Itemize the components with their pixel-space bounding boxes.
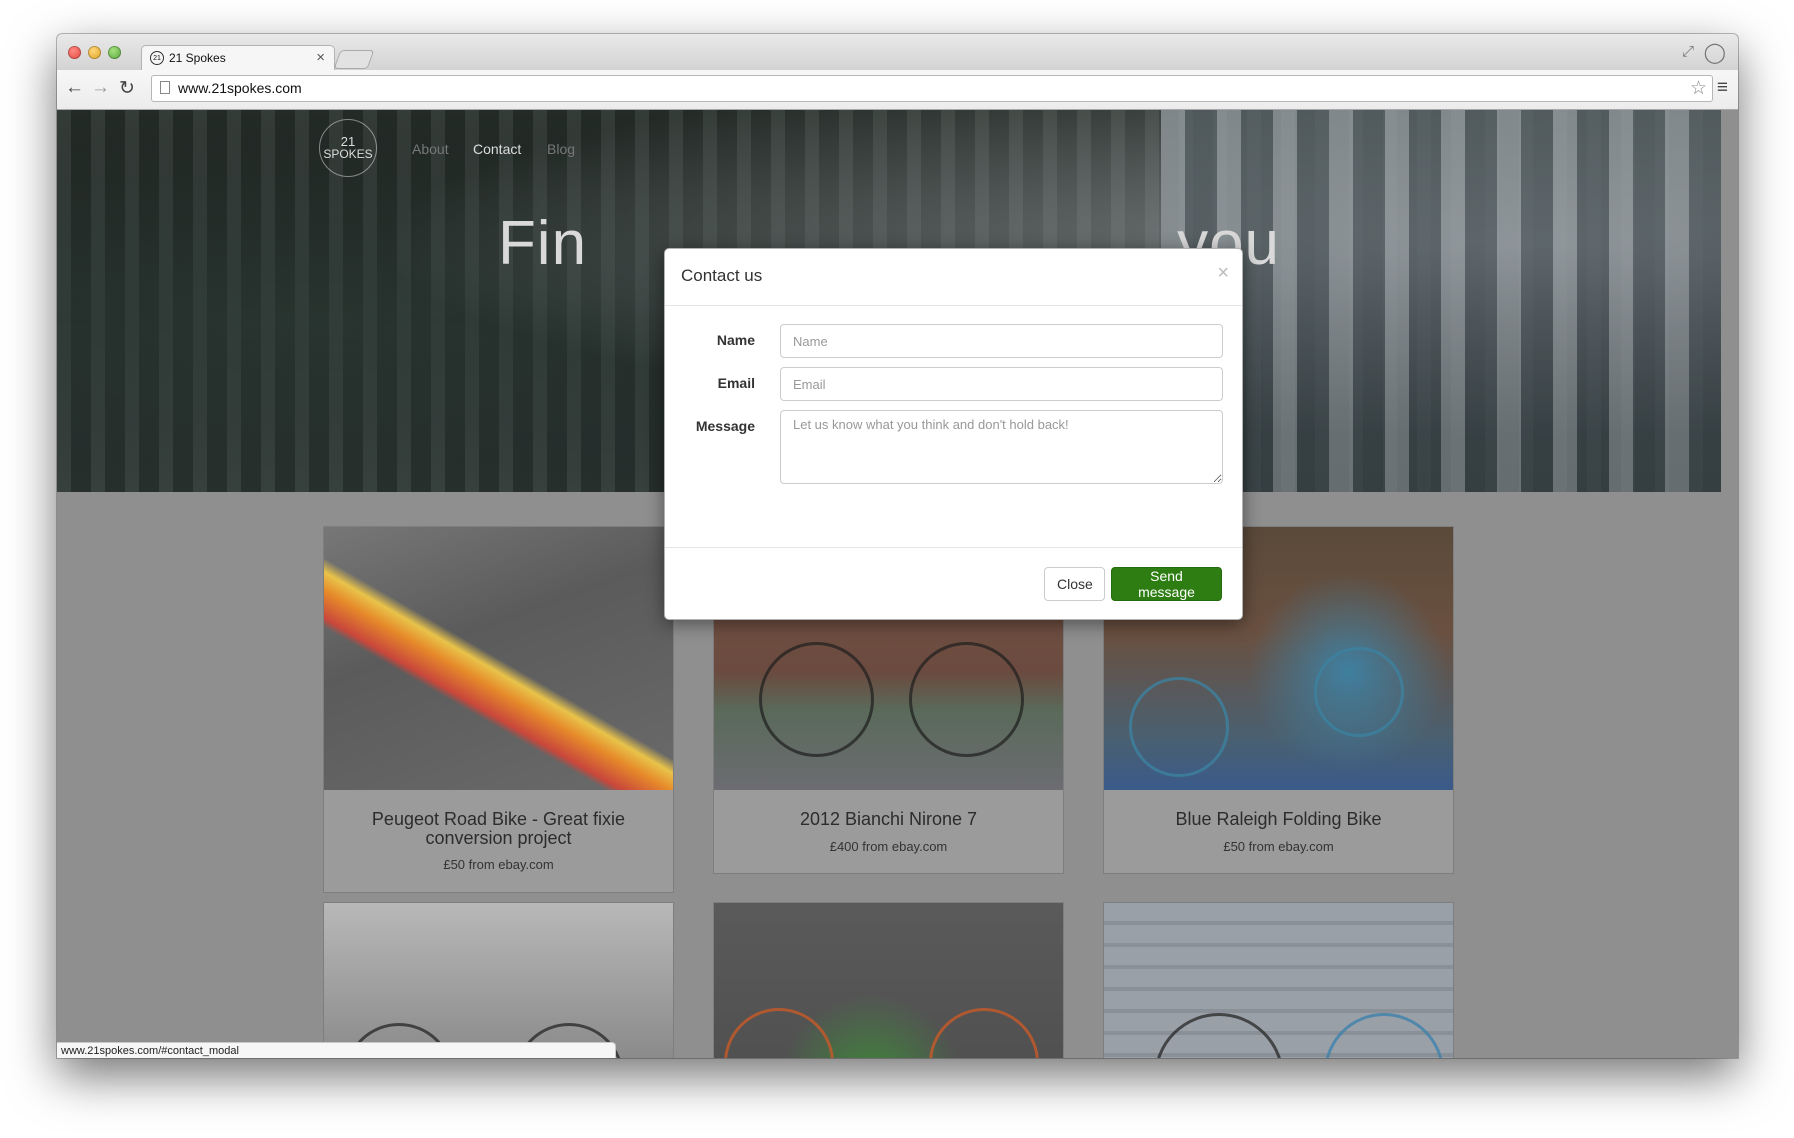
page-icon: [160, 81, 170, 94]
name-label: Name: [716, 332, 755, 348]
site-logo[interactable]: 21 SPOKES: [319, 119, 377, 177]
hero-background-image: [1161, 110, 1721, 492]
listing-price: £400 from ebay.com: [829, 839, 948, 854]
forward-icon[interactable]: →: [91, 77, 110, 99]
hamburger-menu-icon[interactable]: ≡: [1717, 77, 1728, 99]
listing-price: £50 from ebay.com: [443, 857, 554, 872]
star-icon[interactable]: ☆: [1690, 77, 1707, 100]
status-bar: www.21spokes.com/#contact_modal: [57, 1042, 616, 1058]
browser-tab[interactable]: 21 21 Spokes ×: [141, 45, 335, 71]
close-icon[interactable]: ×: [1217, 262, 1229, 285]
tab-strip: 21 21 Spokes × ⤢ ◯: [57, 34, 1738, 71]
window-minimize-button[interactable]: [88, 46, 101, 59]
name-field[interactable]: [780, 324, 1223, 358]
browser-toolbar: ← → ↻ www.21spokes.com ☆ ≡: [57, 70, 1738, 110]
listing-card[interactable]: [323, 902, 674, 1058]
contact-modal: Contact us × Name Email Message Close Se…: [664, 248, 1243, 620]
logo-text: SPOKES: [323, 147, 373, 161]
user-profile-icon[interactable]: ◯: [1704, 40, 1726, 65]
listing-image[interactable]: [324, 527, 673, 790]
email-field[interactable]: [780, 367, 1223, 401]
listing-card[interactable]: [713, 902, 1064, 1058]
nav-about[interactable]: About: [412, 141, 449, 157]
fullscreen-icon[interactable]: ⤢: [1682, 43, 1694, 60]
window-close-button[interactable]: [68, 46, 81, 59]
browser-window: 21 21 Spokes × ⤢ ◯ ← → ↻ www.21spokes.co…: [57, 34, 1738, 1058]
send-message-button[interactable]: Send message: [1111, 567, 1222, 601]
page-viewport: 21 SPOKES About Contact Blog Fin you Peug…: [57, 110, 1738, 1058]
reload-icon[interactable]: ↻: [119, 77, 135, 100]
address-bar[interactable]: www.21spokes.com ☆: [151, 75, 1713, 102]
tab-title: 21 Spokes: [169, 51, 226, 65]
listing-title[interactable]: Blue Raleigh Folding Bike: [1112, 810, 1445, 829]
close-button[interactable]: Close: [1044, 567, 1105, 601]
modal-title: Contact us: [681, 266, 763, 285]
listing-image[interactable]: [1104, 903, 1453, 1058]
url-text: www.21spokes.com: [178, 80, 302, 96]
listing-card[interactable]: Peugeot Road Bike - Great fixie conversi…: [323, 526, 674, 893]
message-field[interactable]: [780, 410, 1223, 484]
hero-heading-left: Fin: [497, 209, 588, 278]
nav-blog[interactable]: Blog: [547, 141, 575, 157]
tab-close-icon[interactable]: ×: [316, 49, 325, 66]
listing-title[interactable]: Peugeot Road Bike - Great fixie conversi…: [332, 810, 665, 848]
listing-price: £50 from ebay.com: [1223, 839, 1334, 854]
window-maximize-button[interactable]: [108, 46, 121, 59]
modal-header: Contact us ×: [665, 249, 1242, 306]
listing-image[interactable]: [714, 903, 1063, 1058]
email-label: Email: [717, 375, 755, 391]
listing-image[interactable]: [324, 903, 673, 1058]
new-tab-button[interactable]: [333, 50, 375, 69]
listing-title[interactable]: 2012 Bianchi Nirone 7: [722, 810, 1055, 829]
listing-card[interactable]: [1103, 902, 1454, 1058]
back-icon[interactable]: ←: [65, 77, 84, 99]
favicon-icon: 21: [150, 51, 164, 65]
nav-contact[interactable]: Contact: [473, 141, 521, 157]
message-label: Message: [695, 418, 755, 434]
modal-footer: Close Send message: [665, 547, 1242, 622]
